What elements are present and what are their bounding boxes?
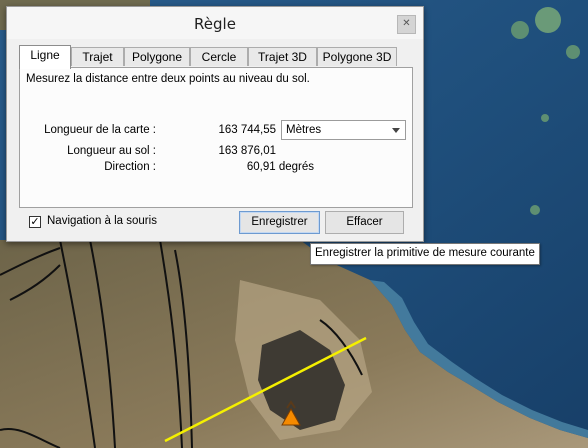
dialog-titlebar[interactable]: Règle ✕ [7,7,423,39]
tab-polygone[interactable]: Polygone [124,47,190,66]
island [566,45,580,59]
island [511,21,529,39]
chevron-down-icon [392,128,400,133]
close-icon[interactable]: ✕ [397,15,416,34]
tab-panel-ligne: Mesurez la distance entre deux points au… [19,67,413,208]
save-button[interactable]: Enregistrer [239,211,320,234]
island [541,114,549,122]
clear-button[interactable]: Effacer [325,211,404,234]
tab-ligne[interactable]: Ligne [19,45,71,69]
save-tooltip: Enregistrer la primitive de mesure coura… [310,243,540,265]
map-length-label: Longueur de la carte : [44,124,156,136]
mouse-navigation-label: Navigation à la souris [47,215,157,227]
ground-length-label: Longueur au sol : [67,145,156,157]
direction-value: 60,91 degrés [246,161,314,173]
unit-select[interactable]: Mètres [281,120,406,140]
tab-trajet[interactable]: Trajet [71,47,124,66]
ruler-dialog: Règle ✕ Ligne Trajet Polygone Cercle Tra… [6,6,424,242]
mouse-navigation-checkbox[interactable]: ✓ [29,216,41,228]
unit-select-value: Mètres [286,124,322,136]
tab-trajet-3d[interactable]: Trajet 3D [248,47,317,66]
ground-length-value: 163 876,01 [218,145,276,157]
description-text: Mesurez la distance entre deux points au… [26,73,310,85]
island [535,7,561,33]
direction-label: Direction : [104,161,156,173]
dialog-title: Règle [194,15,236,33]
tab-polygone-3d[interactable]: Polygone 3D [317,47,397,66]
tab-cercle[interactable]: Cercle [190,47,248,66]
map-length-value: 163 744,55 [218,124,276,136]
island [530,205,540,215]
